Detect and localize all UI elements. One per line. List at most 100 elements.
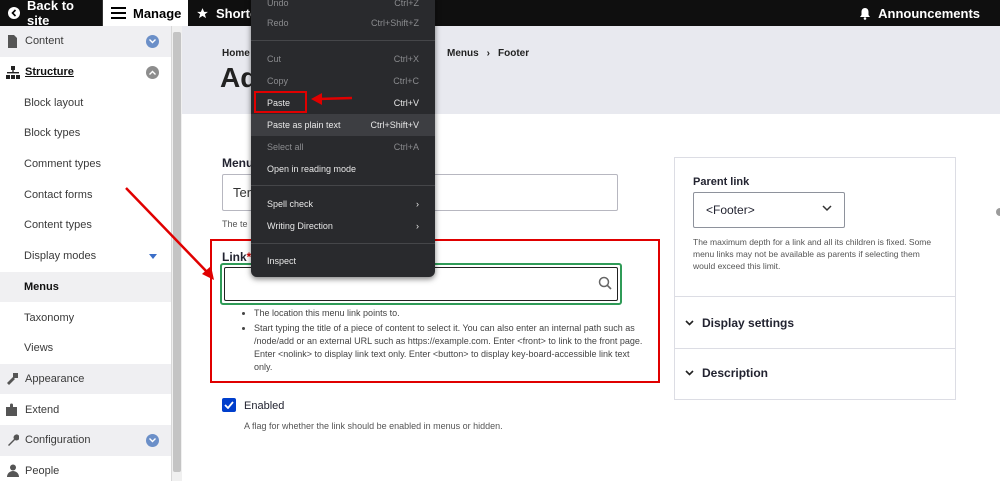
sidebar-item-label: Views bbox=[24, 342, 54, 355]
sidebar-item-content[interactable]: Content bbox=[0, 26, 171, 57]
back-to-site-label: Back to site bbox=[27, 0, 74, 28]
parent-link-select[interactable]: <Footer> bbox=[693, 192, 845, 228]
menu-item-shortcut: Ctrl+Shift+V bbox=[370, 120, 419, 130]
sidebar-item-label: Comment types bbox=[24, 158, 102, 171]
structure-icon bbox=[5, 65, 20, 80]
sidebar-item-label: Contact forms bbox=[24, 188, 93, 201]
person-icon bbox=[5, 463, 20, 478]
chevron-down-icon bbox=[822, 205, 832, 212]
sidebar-item-comment-types[interactable]: Comment types bbox=[0, 149, 171, 180]
menu-item-shortcut: Ctrl+C bbox=[393, 76, 419, 86]
bell-icon bbox=[860, 7, 871, 20]
parent-link-description: The maximum depth for a link and all its… bbox=[693, 237, 932, 271]
context-menu-item-cut[interactable]: Cut Ctrl+X bbox=[251, 48, 435, 70]
sidebar-item-appearance[interactable]: Appearance bbox=[0, 363, 171, 395]
manage-button[interactable]: Manage bbox=[103, 0, 188, 26]
breadcrumb-separator: › bbox=[486, 48, 491, 59]
menu-item-shortcut: Ctrl+V bbox=[393, 98, 419, 108]
context-menu-item-select-all[interactable]: Select all Ctrl+A bbox=[251, 136, 435, 158]
breadcrumb-home[interactable]: Home bbox=[222, 48, 250, 59]
menu-item-shortcut: Ctrl+A bbox=[393, 142, 419, 152]
sidebar-item-label: Extend bbox=[25, 403, 60, 416]
menu-item-label: Undo bbox=[267, 0, 289, 8]
context-menu-item-copy[interactable]: Copy Ctrl+C bbox=[251, 70, 435, 92]
announcements-label: Announcements bbox=[878, 5, 980, 21]
display-settings-label: Display settings bbox=[702, 316, 795, 330]
chevron-down-icon bbox=[685, 370, 694, 376]
sidebar-item-extend[interactable]: Extend bbox=[0, 394, 171, 425]
caret-down-icon[interactable] bbox=[149, 253, 157, 259]
sidebar-item-taxonomy[interactable]: Taxonomy bbox=[0, 302, 171, 333]
parent-link-label: Parent link bbox=[693, 176, 750, 188]
breadcrumb: Menus › Footer bbox=[447, 48, 529, 59]
hamburger-icon bbox=[111, 7, 126, 19]
menu-item-label: Paste as plain text bbox=[267, 120, 341, 130]
back-arrow-icon bbox=[8, 7, 20, 19]
link-label-text: Link bbox=[222, 250, 247, 264]
context-menu-item-reading-mode[interactable]: Open in reading mode bbox=[251, 158, 435, 180]
description-toggle[interactable]: Description bbox=[685, 366, 768, 380]
menu-item-label: Cut bbox=[267, 54, 282, 64]
sidebar-item-menus[interactable]: Menus bbox=[0, 271, 171, 303]
context-menu-item-writing-direction[interactable]: Writing Direction › bbox=[251, 215, 435, 237]
sidebar-item-label: Taxonomy bbox=[24, 311, 75, 324]
link-help-item: The location this menu link points to. bbox=[254, 307, 650, 320]
menu-item-label: Writing Direction bbox=[267, 221, 333, 231]
menu-link-title-description: The te bbox=[222, 219, 248, 229]
sidebar-item-configuration[interactable]: Configuration bbox=[0, 424, 171, 456]
admin-toolbar: Back to site Manage Shortc Announcements bbox=[0, 0, 1000, 28]
star-icon bbox=[197, 7, 208, 18]
sidebar-scrollbar[interactable] bbox=[172, 26, 182, 481]
sidebar-item-content-types[interactable]: Content types bbox=[0, 210, 171, 241]
sidebar-item-display-modes[interactable]: Display modes bbox=[0, 241, 171, 272]
sidebar-item-contact-forms[interactable]: Contact forms bbox=[0, 179, 171, 210]
description-label: Description bbox=[702, 366, 769, 380]
menu-separator bbox=[251, 40, 435, 41]
announcements-button[interactable]: Announcements bbox=[851, 0, 1000, 26]
chevron-down-icon[interactable] bbox=[146, 34, 159, 48]
link-label: Link* bbox=[222, 250, 251, 264]
search-icon bbox=[598, 276, 612, 290]
manage-label: Manage bbox=[133, 5, 182, 21]
sidebar-item-people[interactable]: People bbox=[0, 456, 171, 481]
display-settings-toggle[interactable]: Display settings bbox=[685, 316, 794, 330]
wrench-icon bbox=[5, 433, 20, 448]
context-menu-item-redo[interactable]: Redo Ctrl+Shift+Z bbox=[251, 12, 435, 34]
context-menu-item-inspect[interactable]: Inspect bbox=[251, 250, 435, 272]
menu-item-label: Spell check bbox=[267, 199, 314, 209]
context-menu-item-spell-check[interactable]: Spell check › bbox=[251, 193, 435, 215]
menu-item-shortcut: Ctrl+Z bbox=[394, 0, 419, 8]
document-icon bbox=[5, 34, 20, 49]
sidebar-item-label: Block layout bbox=[24, 96, 84, 109]
edge-handle-right[interactable] bbox=[996, 208, 1000, 216]
back-to-site-button[interactable]: Back to site bbox=[0, 0, 103, 28]
chevron-down-icon bbox=[685, 320, 694, 326]
scrollbar-thumb[interactable] bbox=[173, 32, 181, 472]
enabled-description: A flag for whether the link should be en… bbox=[244, 421, 503, 431]
context-menu-item-paste-plain[interactable]: Paste as plain text Ctrl+Shift+V bbox=[251, 114, 435, 136]
sidebar-item-block-layout[interactable]: Block layout bbox=[0, 87, 171, 118]
shortcuts-button[interactable]: Shortc bbox=[188, 0, 258, 26]
sidebar-item-label: People bbox=[25, 464, 60, 477]
sidebar-item-label: Appearance bbox=[25, 372, 85, 385]
divider bbox=[675, 296, 955, 297]
sidebar-item-label: Content bbox=[25, 35, 64, 48]
breadcrumb-footer[interactable]: Footer bbox=[498, 48, 529, 59]
enabled-checkbox[interactable] bbox=[222, 398, 236, 412]
menu-item-label: Inspect bbox=[267, 256, 297, 266]
sidebar-item-label: Display modes bbox=[24, 250, 97, 263]
chevron-up-icon[interactable] bbox=[146, 65, 159, 79]
menu-item-label: Select all bbox=[267, 142, 304, 152]
menu-link-sidebar-panel: Parent link <Footer> The maximum depth f… bbox=[674, 157, 956, 400]
sidebar-item-label: Block types bbox=[24, 127, 81, 140]
parent-link-value: <Footer> bbox=[706, 203, 755, 217]
sidebar-item-views[interactable]: Views bbox=[0, 333, 171, 364]
sidebar-item-structure[interactable]: Structure bbox=[0, 57, 171, 88]
chevron-down-icon[interactable] bbox=[146, 433, 159, 447]
breadcrumb-menus[interactable]: Menus bbox=[447, 48, 479, 59]
menu-separator bbox=[251, 185, 435, 186]
sidebar-item-label: Structure bbox=[25, 66, 74, 79]
submenu-arrow-icon: › bbox=[416, 199, 419, 209]
menu-item-label: Open in reading mode bbox=[267, 164, 357, 174]
sidebar-item-block-types[interactable]: Block types bbox=[0, 118, 171, 149]
